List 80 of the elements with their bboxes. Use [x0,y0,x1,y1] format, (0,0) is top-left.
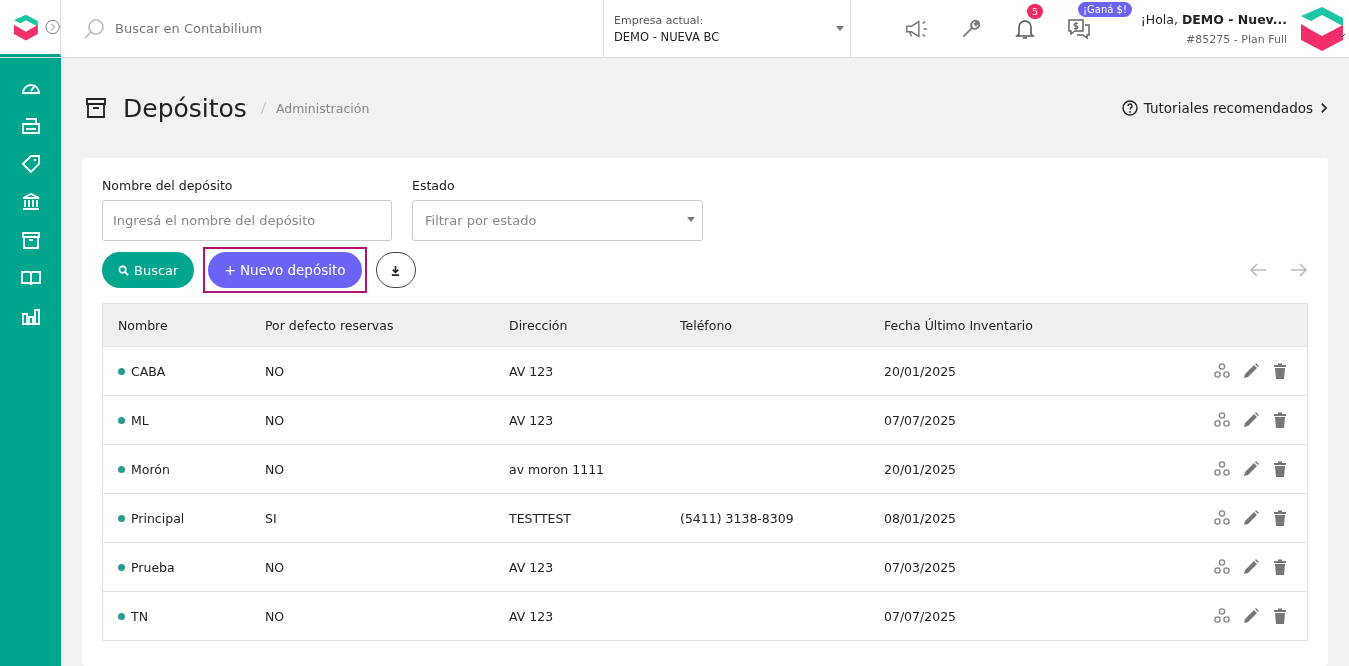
name-input-field[interactable]: Ingresá el nombre del depósito [102,200,392,241]
download-button[interactable] [375,252,416,288]
table-cell: ML [131,412,149,428]
table-cell: NO [265,608,285,624]
help-icon [1121,100,1138,116]
edit-icon[interactable] [1242,607,1260,625]
circles-icon[interactable] [1213,607,1231,625]
table-cell: 20/01/2025 [884,363,957,379]
chevron-icon [1319,102,1328,114]
breadcrumb: Administración [275,100,370,116]
delete-icon[interactable] [1271,362,1289,380]
table-cell: 08/01/2025 [884,510,957,526]
table-cell: Prueba [131,559,175,575]
account-plan: #85275 - Plan Full [1186,32,1287,46]
table-cell: CABA [131,363,166,379]
delete-icon[interactable] [1271,558,1289,576]
download-icon [390,264,402,276]
book-icon[interactable] [20,268,41,288]
delete-icon[interactable] [1271,509,1289,527]
edit-icon[interactable] [1242,558,1260,576]
column-header: Teléfono [680,317,733,333]
circles-icon[interactable] [1213,558,1231,576]
search-button[interactable]: Buscar [102,252,195,288]
table-cell: 07/07/2025 [884,608,957,624]
status-select-field[interactable]: Filtrar por estado [412,200,703,241]
chart-icon[interactable] [20,306,41,326]
field-label: Estado [412,178,456,193]
table-cell: 07/03/2025 [884,559,957,575]
table-cell: NO [265,559,285,575]
table-cell: 20/01/2025 [884,461,957,477]
table-cell: TESTTEST [509,510,571,526]
new-warehouse-button[interactable]: + Nuevo depósito [208,252,362,288]
archive-icon [85,97,107,119]
table-cell: av moron 1111 [509,461,605,477]
delete-icon[interactable] [1271,460,1289,478]
table-cell: AV 123 [509,363,554,379]
edit-icon[interactable] [1242,411,1260,429]
column-header: Dirección [509,317,569,333]
edit-icon[interactable] [1242,509,1260,527]
table-cell: AV 123 [509,559,554,575]
bank-icon[interactable] [20,192,41,212]
search-icon [83,17,105,40]
table-cell: Principal [131,510,185,526]
column-header: Nombre [118,317,169,333]
megaphone-icon[interactable] [905,17,929,40]
table-cell: TN [131,608,148,624]
delete-icon[interactable] [1271,411,1289,429]
table-cell: NO [265,461,285,477]
table-cell: (5411) 3138-8309 [680,510,794,526]
edit-icon[interactable] [1242,362,1260,380]
column-header: Fecha Último Inventario [884,317,1034,333]
notification-badge: 5 [1027,3,1044,19]
table-cell: NO [265,412,285,428]
bell-icon[interactable] [1013,17,1037,40]
table-cell: NO [265,363,285,379]
column-header: Por defecto reservas [265,317,395,333]
circles-icon[interactable] [1213,411,1231,429]
table-cell: AV 123 [509,608,554,624]
table-cell: 07/07/2025 [884,412,957,428]
table-cell: Morón [131,461,170,477]
circles-icon[interactable] [1213,509,1231,527]
search-icon [118,264,129,276]
circles-icon[interactable] [1213,362,1231,380]
table-cell: AV 123 [509,412,554,428]
table-cell: SI [265,510,277,526]
page-title: Depósitos [123,93,247,123]
company-selector[interactable]: Empresa actual: DEMO - NUEVA BC [603,0,851,57]
box-icon[interactable] [20,230,41,250]
tutorials-link[interactable]: Tutoriales recomendados [1121,100,1328,116]
logo-icon [13,12,39,42]
printer-icon[interactable] [20,116,41,136]
promo-badge[interactable]: ¡Ganá $! [1078,1,1132,17]
delete-icon[interactable] [1271,607,1289,625]
chat-money-icon[interactable] [1067,17,1091,40]
edit-icon[interactable] [1242,460,1260,478]
field-label: Nombre del depósito [102,178,234,193]
user-greeting: ¡Hola, DEMO - Nuev... [1140,11,1287,27]
circles-icon[interactable] [1213,460,1231,478]
tag-icon[interactable] [20,154,41,174]
expand-icon[interactable] [44,19,60,35]
